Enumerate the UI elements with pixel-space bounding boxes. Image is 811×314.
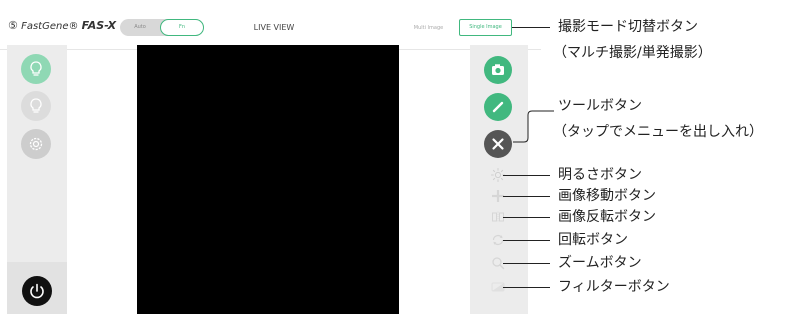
callout-line-zoom [503, 263, 550, 264]
camera-icon [492, 64, 504, 75]
annotation-filter: フィルターボタン [558, 279, 670, 295]
callout-line-tool [513, 110, 554, 143]
annotation-zoom: ズームボタン [558, 255, 642, 271]
annotation-brightness: 明るさボタン [558, 167, 642, 183]
callout-line-brightness [503, 175, 550, 176]
annotation-tool: ツールボタン [558, 98, 642, 114]
power-button[interactable] [22, 276, 52, 306]
callout-line-mode [512, 27, 550, 28]
logo-symbol: ⑤ [8, 19, 18, 32]
tools-icon [492, 138, 504, 150]
pen-icon [492, 101, 504, 113]
multi-image-button[interactable]: Multi Image [406, 22, 451, 34]
annotation-rotate: 回転ボタン [558, 232, 628, 248]
live-view-preview[interactable] [137, 45, 399, 314]
annotation-tool-note: （タップでメニューを出し入れ） [553, 124, 763, 140]
annotate-button[interactable] [484, 93, 512, 121]
led-off-button[interactable] [21, 91, 51, 121]
tool-button[interactable] [484, 130, 512, 158]
led-on-button[interactable] [21, 54, 51, 84]
app-logo: ⑤ FastGene® FAS-X [8, 17, 118, 35]
settings-button[interactable] [21, 129, 51, 159]
capture-button[interactable] [484, 56, 512, 84]
callout-line-filter [503, 287, 550, 288]
app-window: ⑤ FastGene® FAS-X Auto Fn LIVE VIEW Mult… [0, 0, 541, 314]
mode-fn-option[interactable]: Fn [160, 19, 204, 36]
annotation-mode-switch: 撮影モード切替ボタン [558, 19, 698, 35]
page-title: LIVE VIEW [253, 23, 295, 32]
top-bar: ⑤ FastGene® FAS-X Auto Fn LIVE VIEW Mult… [0, 0, 541, 50]
annotation-move: 画像移動ボタン [558, 188, 656, 204]
mode-auto-option[interactable]: Auto [120, 19, 160, 36]
annotation-flip: 画像反転ボタン [558, 209, 656, 225]
single-image-button[interactable]: Single Image [459, 19, 512, 36]
lightbulb-icon [30, 61, 42, 76]
logo-brand: FastGene® [21, 21, 79, 32]
callout-line-flip [503, 217, 550, 218]
gear-icon [29, 137, 43, 151]
callout-line-move [503, 196, 550, 197]
mode-toggle[interactable]: Auto Fn [120, 19, 204, 36]
callout-line-rotate [503, 240, 550, 241]
power-icon [30, 283, 44, 299]
annotation-mode-switch-note: （マルチ撮影/単発撮影） [553, 45, 712, 61]
lightbulb-off-icon [30, 98, 42, 113]
logo-model: FAS-X [81, 19, 117, 32]
